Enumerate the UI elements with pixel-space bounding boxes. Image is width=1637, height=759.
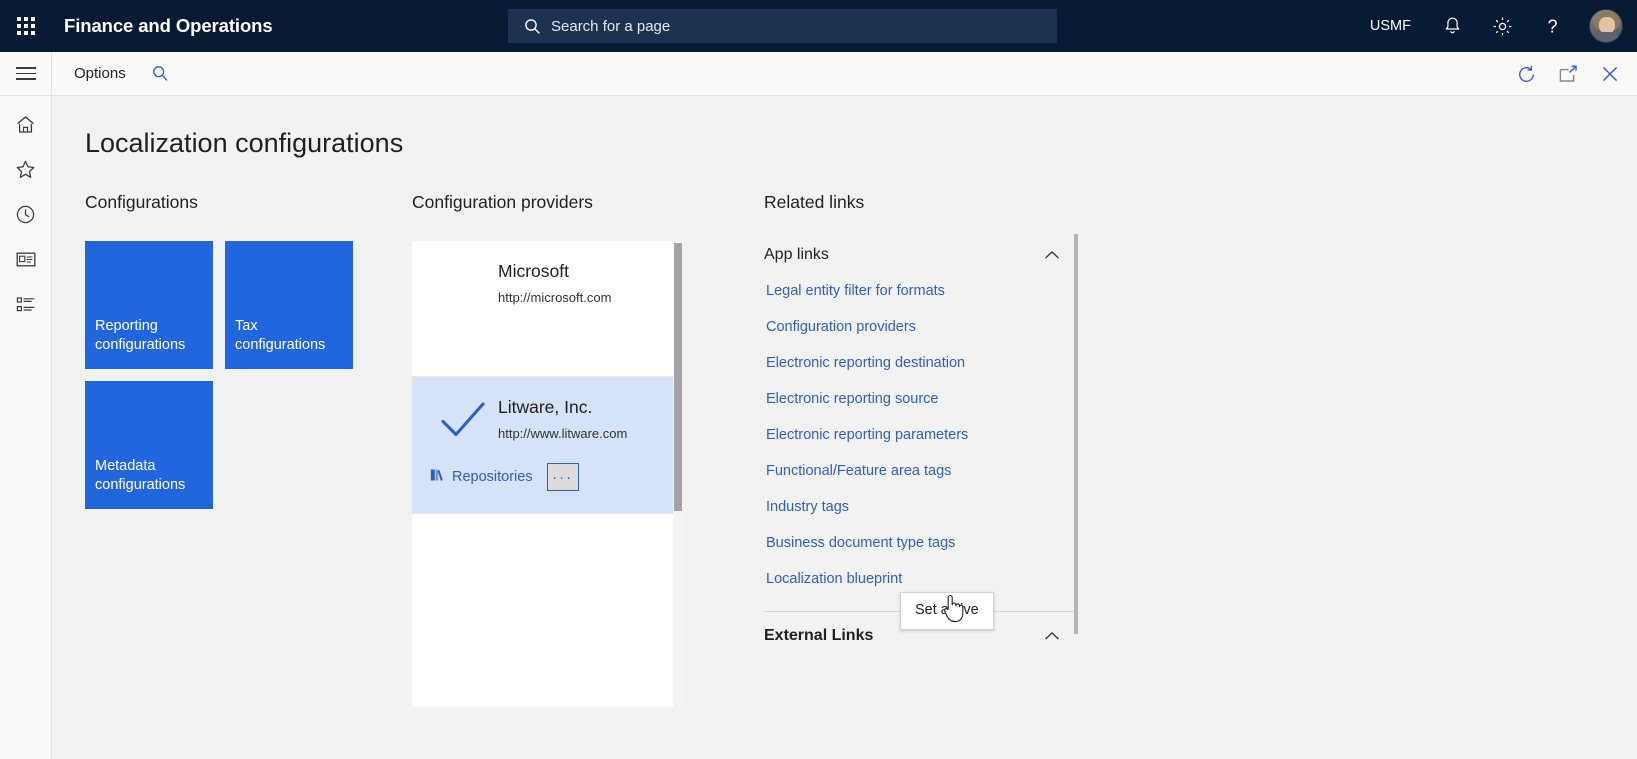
more-options-button[interactable]: ··· <box>546 463 579 491</box>
app-launcher-grid <box>17 17 35 35</box>
related-link[interactable]: Functional/Feature area tags <box>764 453 1074 489</box>
open-in-new-window-icon[interactable] <box>1555 61 1581 87</box>
related-link[interactable]: Industry tags <box>764 489 1074 525</box>
tile-tax-configurations[interactable]: Tax configurations <box>225 241 353 369</box>
top-navigation-bar: Finance and Operations Search for a page… <box>0 0 1637 52</box>
page-title: Localization configurations <box>85 128 404 158</box>
app-launcher-icon[interactable] <box>0 0 52 52</box>
provider-actions: Repositories ··· <box>412 441 683 505</box>
books-icon <box>430 468 445 486</box>
sidebar-item-recent[interactable] <box>0 194 52 239</box>
chevron-up-icon <box>1044 250 1060 260</box>
refresh-icon[interactable] <box>1513 61 1539 87</box>
search-placeholder: Search for a page <box>551 17 671 35</box>
related-link[interactable]: Configuration providers <box>764 309 1074 345</box>
home-icon <box>15 114 36 140</box>
avatar-body <box>1592 32 1622 42</box>
top-bar-right-group: USMF ? <box>1356 0 1627 52</box>
configurations-section: Configurations Reporting configurations … <box>85 192 415 509</box>
provider-card-microsoft[interactable]: Microsoft http://microsoft.com <box>412 241 683 377</box>
group-title: External Links <box>764 627 874 644</box>
related-links-scrollbar[interactable] <box>1074 234 1078 634</box>
star-icon <box>15 159 36 185</box>
sidebar-item-favorites[interactable] <box>0 149 52 194</box>
bell-icon[interactable] <box>1429 0 1475 52</box>
chevron-up-icon <box>1044 631 1060 641</box>
sidebar-item-workspaces[interactable] <box>0 239 52 284</box>
providers-heading: Configuration providers <box>412 192 593 212</box>
list-icon <box>15 294 37 320</box>
provider-name: Microsoft <box>498 261 569 281</box>
tile-reporting-configurations[interactable]: Reporting configurations <box>85 241 213 369</box>
repositories-label: Repositories <box>452 469 533 485</box>
search-icon <box>524 18 541 35</box>
provider-url: http://microsoft.com <box>498 290 612 305</box>
toolbar-window-controls <box>1513 52 1623 96</box>
context-menu: Set active <box>900 592 994 630</box>
tile-metadata-configurations[interactable]: Metadata configurations <box>85 381 213 509</box>
company-selector[interactable]: USMF <box>1356 18 1425 34</box>
related-links-panel: App links Legal entity filter for format… <box>764 237 1074 707</box>
related-link[interactable]: Business document type tags <box>764 525 1074 561</box>
left-navigation-rail <box>0 96 52 759</box>
avatar[interactable] <box>1589 9 1623 43</box>
clock-icon <box>15 204 36 230</box>
workspace-icon <box>15 249 37 275</box>
related-link[interactable]: Legal entity filter for formats <box>764 273 1074 309</box>
hamburger-lines <box>15 63 36 84</box>
provider-card-litware[interactable]: Litware, Inc. http://www.litware.com Rep… <box>412 377 683 514</box>
search-input[interactable]: Search for a page <box>508 9 1057 43</box>
configurations-heading: Configurations <box>85 192 198 212</box>
menu-item-set-active[interactable]: Set active <box>901 597 993 625</box>
sidebar-item-modules[interactable] <box>0 284 52 329</box>
options-button[interactable]: Options <box>66 61 134 86</box>
tile-label: Tax configurations <box>235 318 326 353</box>
tile-label: Metadata configurations <box>95 458 186 493</box>
configuration-tiles: Reporting configurations Tax configurati… <box>85 241 367 509</box>
related-links-heading: Related links <box>764 192 865 212</box>
related-link[interactable]: Electronic reporting source <box>764 381 1074 417</box>
related-link[interactable]: Electronic reporting parameters <box>764 417 1074 453</box>
configuration-providers-section: Configuration providers Microsoft http:/… <box>412 192 994 707</box>
provider-list-scrollbar[interactable] <box>673 241 683 707</box>
group-title: App links <box>764 246 829 263</box>
main-content-area: Localization configurations Configuratio… <box>53 96 1637 759</box>
provider-scrollbar-thumb[interactable] <box>674 243 682 511</box>
search-icon[interactable] <box>148 61 173 86</box>
related-link[interactable]: Electronic reporting destination <box>764 345 1074 381</box>
app-title: Finance and Operations <box>64 15 273 36</box>
hamburger-icon[interactable] <box>0 51 52 96</box>
svg-text:?: ? <box>1547 16 1557 36</box>
ellipsis-icon: ··· <box>552 468 574 486</box>
gear-icon[interactable] <box>1479 0 1525 52</box>
repositories-link[interactable]: Repositories <box>430 468 533 486</box>
active-check-icon <box>440 399 486 444</box>
page-toolbar: Options <box>0 51 1637 96</box>
related-scrollbar-thumb[interactable] <box>1074 234 1078 634</box>
sidebar-item-home[interactable] <box>0 104 52 149</box>
group-header-app-links[interactable]: App links <box>764 237 1074 273</box>
close-icon[interactable] <box>1597 61 1623 87</box>
tile-label: Reporting configurations <box>95 318 186 353</box>
question-mark-icon[interactable]: ? <box>1529 0 1575 52</box>
provider-list: Microsoft http://microsoft.com Litware, … <box>412 241 683 707</box>
